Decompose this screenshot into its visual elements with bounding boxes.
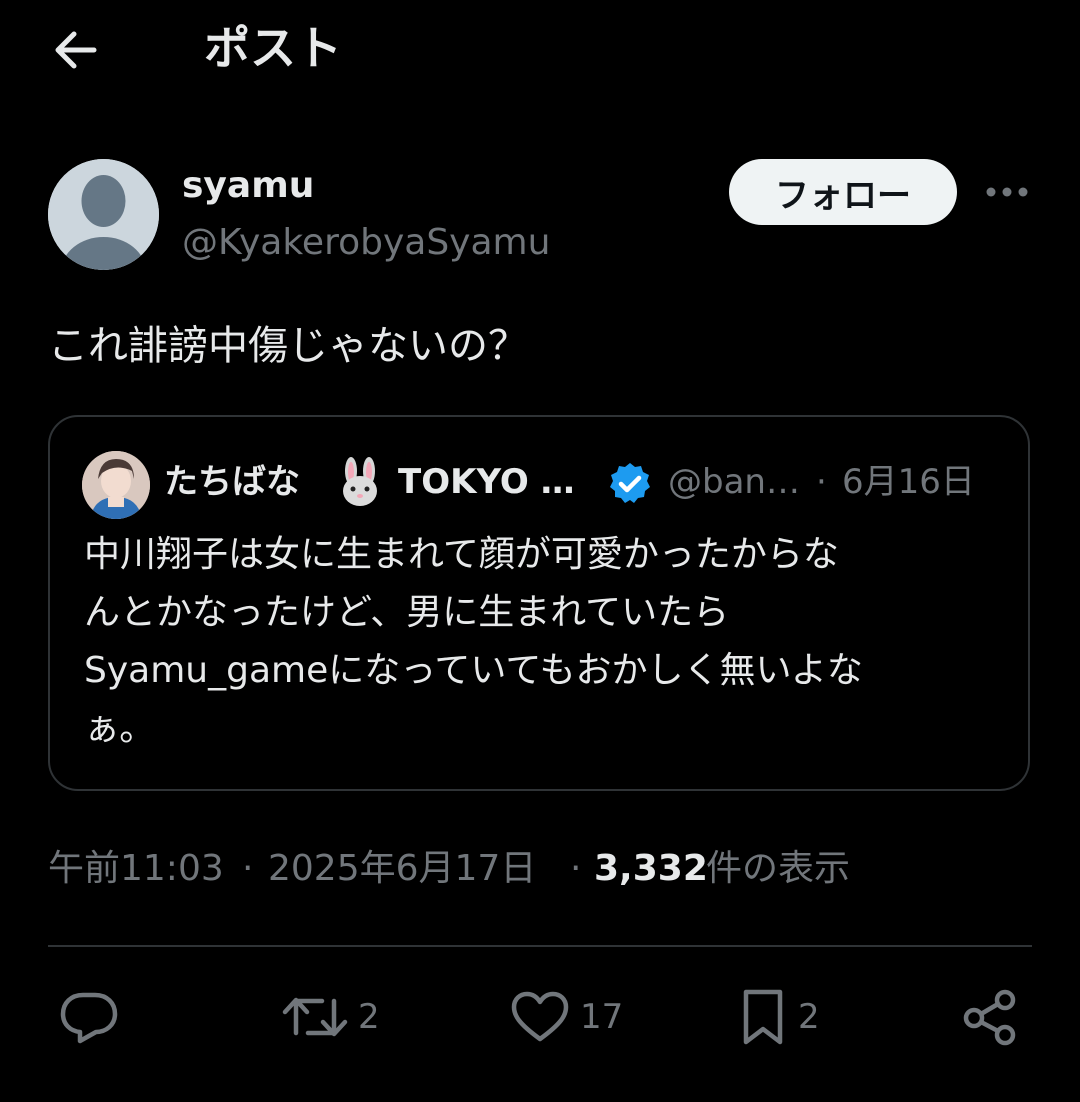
heart-icon bbox=[511, 991, 569, 1042]
share-icon bbox=[963, 989, 1016, 1046]
reply-button[interactable] bbox=[58, 982, 130, 1052]
verified-badge-icon bbox=[606, 460, 654, 508]
quoted-text-line: Syamu_gameになっていてもおかしく無いよな bbox=[84, 650, 863, 691]
like-button[interactable]: 17 bbox=[510, 982, 623, 1052]
rabbit-emoji-icon bbox=[336, 457, 384, 507]
quoted-date[interactable]: 6月16日 bbox=[842, 457, 975, 507]
views-count[interactable]: 3,332 bbox=[594, 844, 708, 894]
share-button[interactable] bbox=[960, 982, 1020, 1052]
quoted-author-name-suffix[interactable]: TOKYO … bbox=[398, 457, 575, 507]
reply-icon bbox=[60, 992, 118, 1044]
bookmark-icon bbox=[743, 989, 783, 1045]
views-label: 件の表示 bbox=[706, 848, 851, 889]
repost-count: 2 bbox=[358, 997, 380, 1037]
tweet-text: これ誹謗中傷じゃないの？ bbox=[48, 323, 528, 369]
post-date[interactable]: 2025年6月17日 bbox=[268, 844, 536, 894]
quoted-avatar[interactable] bbox=[82, 451, 150, 519]
meta-separator: · bbox=[242, 848, 254, 889]
bookmark-count: 2 bbox=[798, 997, 820, 1037]
author-name[interactable]: syamu bbox=[182, 163, 314, 209]
repost-icon bbox=[282, 997, 348, 1037]
like-count: 17 bbox=[580, 997, 624, 1037]
page-title: ポスト bbox=[204, 21, 342, 75]
back-button[interactable] bbox=[40, 20, 108, 80]
quoted-text-line: ぁ。 bbox=[84, 708, 156, 749]
default-avatar-icon bbox=[48, 159, 159, 270]
arrow-left-icon bbox=[55, 31, 97, 69]
more-options-button[interactable] bbox=[980, 170, 1034, 214]
quoted-author-name[interactable]: たちばな bbox=[164, 457, 300, 507]
quoted-text-line: 中川翔子は女に生まれて顔が可愛かったからな bbox=[84, 534, 839, 575]
avatar[interactable] bbox=[48, 159, 159, 270]
meta-separator: · bbox=[570, 848, 582, 889]
post-time[interactable]: 午前11:03 bbox=[48, 844, 224, 894]
quoted-separator: · bbox=[816, 462, 827, 502]
more-dots-icon bbox=[986, 187, 1028, 197]
author-handle[interactable]: @KyakerobyaSyamu bbox=[182, 220, 550, 266]
divider bbox=[48, 945, 1032, 947]
repost-button[interactable]: 2 bbox=[282, 982, 380, 1052]
quoted-author-handle[interactable]: @ban… bbox=[668, 457, 800, 507]
follow-button[interactable]: フォロー bbox=[729, 159, 957, 225]
quoted-text-line: んとかなったけど、男に生まれていたら bbox=[84, 592, 730, 633]
quoted-avatar-photo bbox=[82, 451, 150, 519]
bookmark-button[interactable]: 2 bbox=[738, 982, 820, 1052]
